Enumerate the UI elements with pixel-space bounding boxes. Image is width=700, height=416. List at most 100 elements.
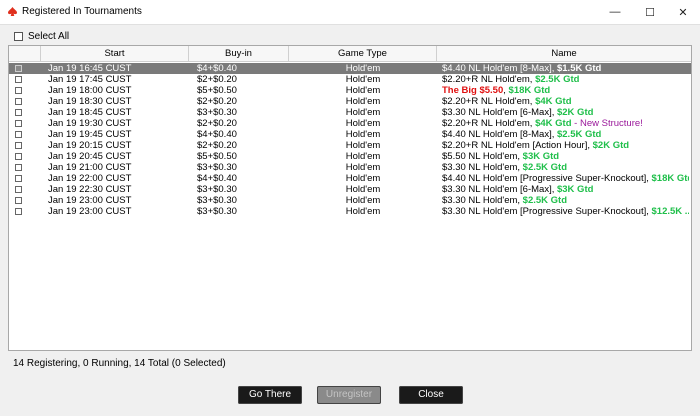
- table-row[interactable]: Jan 19 19:30 CUST $2+$0.20 Hold'em $2.20+R …: [9, 118, 691, 129]
- row-checkbox[interactable]: [15, 109, 22, 116]
- buyin-cell: $3+$0.30: [197, 107, 237, 118]
- select-all-checkbox[interactable]: Select All: [14, 31, 69, 42]
- tournaments-table: Start Buy-in Game Type Name Jan 19 16:45…: [8, 45, 692, 351]
- row-checkbox[interactable]: [15, 186, 22, 193]
- start-cell: Jan 19 18:45 CUST: [48, 107, 132, 118]
- go-there-button[interactable]: Go There: [238, 386, 302, 404]
- buyin-cell: $2+$0.20: [197, 74, 237, 85]
- buyin-cell: $5+$0.50: [197, 85, 237, 96]
- row-checkbox[interactable]: [15, 87, 22, 94]
- start-cell: Jan 19 22:30 CUST: [48, 184, 132, 195]
- table-row[interactable]: Jan 19 22:00 CUST $4+$0.40 Hold'em $4.40 NL…: [9, 173, 691, 184]
- buyin-cell: $4+$0.40: [197, 173, 237, 184]
- guarantee-text: $2K Gtd: [556, 107, 594, 118]
- row-checkbox[interactable]: [15, 142, 22, 149]
- name-text: $3.30 NL Hold'em,: [442, 195, 523, 206]
- row-checkbox[interactable]: [15, 76, 22, 83]
- buyin-cell: $4+$0.40: [197, 63, 237, 74]
- guarantee-text: $2.5K Gtd: [556, 129, 602, 140]
- spade-app-icon: [8, 7, 17, 16]
- name-text: $3.30 NL Hold'em,: [442, 162, 523, 173]
- row-checkbox[interactable]: [15, 197, 22, 204]
- name-text: $4.40 NL Hold'em [8-Max],: [442, 129, 557, 140]
- guarantee-text: $3K Gtd: [522, 151, 560, 162]
- header-buyin[interactable]: Buy-in: [189, 46, 289, 61]
- name-cell: $2.20+R NL Hold'em, $4K Gtd - New Struct…: [442, 118, 689, 129]
- header-start[interactable]: Start: [41, 46, 189, 61]
- table-row[interactable]: Jan 19 23:00 CUST $3+$0.30 Hold'em $3.30 NL…: [9, 206, 691, 217]
- start-cell: Jan 19 16:45 CUST: [48, 63, 132, 74]
- table-row[interactable]: Jan 19 22:30 CUST $3+$0.30 Hold'em $3.30 NL…: [9, 184, 691, 195]
- game-type-cell: Hold'em: [345, 74, 381, 85]
- name-cell: $3.30 NL Hold'em, $2.5K Gtd: [442, 195, 689, 206]
- game-type-cell: Hold'em: [345, 118, 381, 129]
- table-row[interactable]: Jan 19 16:45 CUST $4+$0.40 Hold'em $4.40 NL…: [9, 63, 691, 74]
- header-name[interactable]: Name: [437, 46, 691, 61]
- table-row[interactable]: Jan 19 18:30 CUST $2+$0.20 Hold'em $2.20+R …: [9, 96, 691, 107]
- name-text: $4.40 NL Hold'em [8-Max],: [442, 63, 557, 74]
- row-checkbox[interactable]: [15, 175, 22, 182]
- table-row[interactable]: Jan 19 20:45 CUST $5+$0.50 Hold'em $5.50 NL…: [9, 151, 691, 162]
- table-row[interactable]: Jan 19 19:45 CUST $4+$0.40 Hold'em $4.40 NL…: [9, 129, 691, 140]
- name-text: $2.20+R NL Hold'em [Action Hour],: [442, 140, 593, 151]
- buyin-cell: $5+$0.50: [197, 151, 237, 162]
- guarantee-text: $4K Gtd: [535, 118, 572, 129]
- row-checkbox[interactable]: [15, 120, 22, 127]
- game-type-cell: Hold'em: [345, 107, 381, 118]
- guarantee-text: $1.5K Gtd: [556, 63, 602, 74]
- note-text: - New Structure!: [571, 118, 643, 129]
- start-cell: Jan 19 20:15 CUST: [48, 140, 132, 151]
- start-cell: Jan 19 22:00 CUST: [48, 173, 132, 184]
- game-type-cell: Hold'em: [345, 129, 381, 140]
- buyin-cell: $2+$0.20: [197, 96, 237, 107]
- game-type-cell: Hold'em: [345, 206, 381, 217]
- buyin-cell: $3+$0.30: [197, 184, 237, 195]
- start-cell: Jan 19 17:45 CUST: [48, 74, 132, 85]
- guarantee-text: $12.5K ...: [651, 206, 689, 217]
- table-row[interactable]: Jan 19 23:00 CUST $3+$0.30 Hold'em $3.30 NL…: [9, 195, 691, 206]
- table-row[interactable]: Jan 19 18:45 CUST $3+$0.30 Hold'em $3.30 NL…: [9, 107, 691, 118]
- guarantee-text: $2.5K Gtd: [522, 195, 568, 206]
- name-text: $3.30 NL Hold'em [Progressive Super-Knoc…: [442, 206, 652, 217]
- name-cell: $4.40 NL Hold'em [8-Max], $1.5K Gtd: [442, 63, 689, 74]
- guarantee-text: $3K Gtd: [556, 184, 594, 195]
- featured-name-text: The Big $5.50: [442, 85, 504, 96]
- name-text: $5.50 NL Hold'em,: [442, 151, 523, 162]
- checkbox[interactable]: [14, 32, 23, 41]
- unregister-button[interactable]: Unregister: [317, 386, 381, 404]
- select-all-label: Select All: [28, 31, 70, 42]
- close-button[interactable]: Close: [399, 386, 463, 404]
- name-text: $2.20+R NL Hold'em,: [442, 118, 536, 129]
- row-checkbox[interactable]: [15, 131, 22, 138]
- row-checkbox[interactable]: [15, 164, 22, 171]
- game-type-cell: Hold'em: [345, 162, 381, 173]
- game-type-cell: Hold'em: [345, 96, 381, 107]
- game-type-cell: Hold'em: [345, 140, 381, 151]
- buyin-cell: $3+$0.30: [197, 162, 237, 173]
- table-row[interactable]: Jan 19 18:00 CUST $5+$0.50 Hold'em The Big …: [9, 85, 691, 96]
- table-row[interactable]: Jan 19 21:00 CUST $3+$0.30 Hold'em $3.30 NL…: [9, 162, 691, 173]
- header-checkbox-column: [9, 46, 41, 61]
- start-cell: Jan 19 21:00 CUST: [48, 162, 132, 173]
- start-cell: Jan 19 19:30 CUST: [48, 118, 132, 129]
- row-checkbox[interactable]: [15, 98, 22, 105]
- header-game-type[interactable]: Game Type: [289, 46, 437, 61]
- start-cell: Jan 19 18:00 CUST: [48, 85, 132, 96]
- guarantee-text: $4K Gtd: [535, 96, 572, 107]
- start-cell: Jan 19 18:30 CUST: [48, 96, 132, 107]
- maximize-button[interactable]: ☐: [633, 0, 667, 24]
- row-checkbox[interactable]: [15, 65, 22, 72]
- minimize-button[interactable]: —: [598, 0, 632, 24]
- name-cell: The Big $5.50, $18K Gtd: [442, 85, 689, 96]
- window-title: Registered In Tournaments: [22, 6, 142, 17]
- table-row[interactable]: Jan 19 17:45 CUST $2+$0.20 Hold'em $2.20+R …: [9, 74, 691, 85]
- game-type-cell: Hold'em: [345, 63, 381, 74]
- guarantee-text: $2.5K Gtd: [522, 162, 568, 173]
- close-window-button[interactable]: ✕: [666, 0, 700, 24]
- row-checkbox[interactable]: [15, 153, 22, 160]
- name-cell: $2.20+R NL Hold'em, $2.5K Gtd: [442, 74, 689, 85]
- name-cell: $3.30 NL Hold'em [Progressive Super-Knoc…: [442, 206, 689, 217]
- table-row[interactable]: Jan 19 20:15 CUST $2+$0.20 Hold'em $2.20+R …: [9, 140, 691, 151]
- buyin-cell: $2+$0.20: [197, 140, 237, 151]
- row-checkbox[interactable]: [15, 208, 22, 215]
